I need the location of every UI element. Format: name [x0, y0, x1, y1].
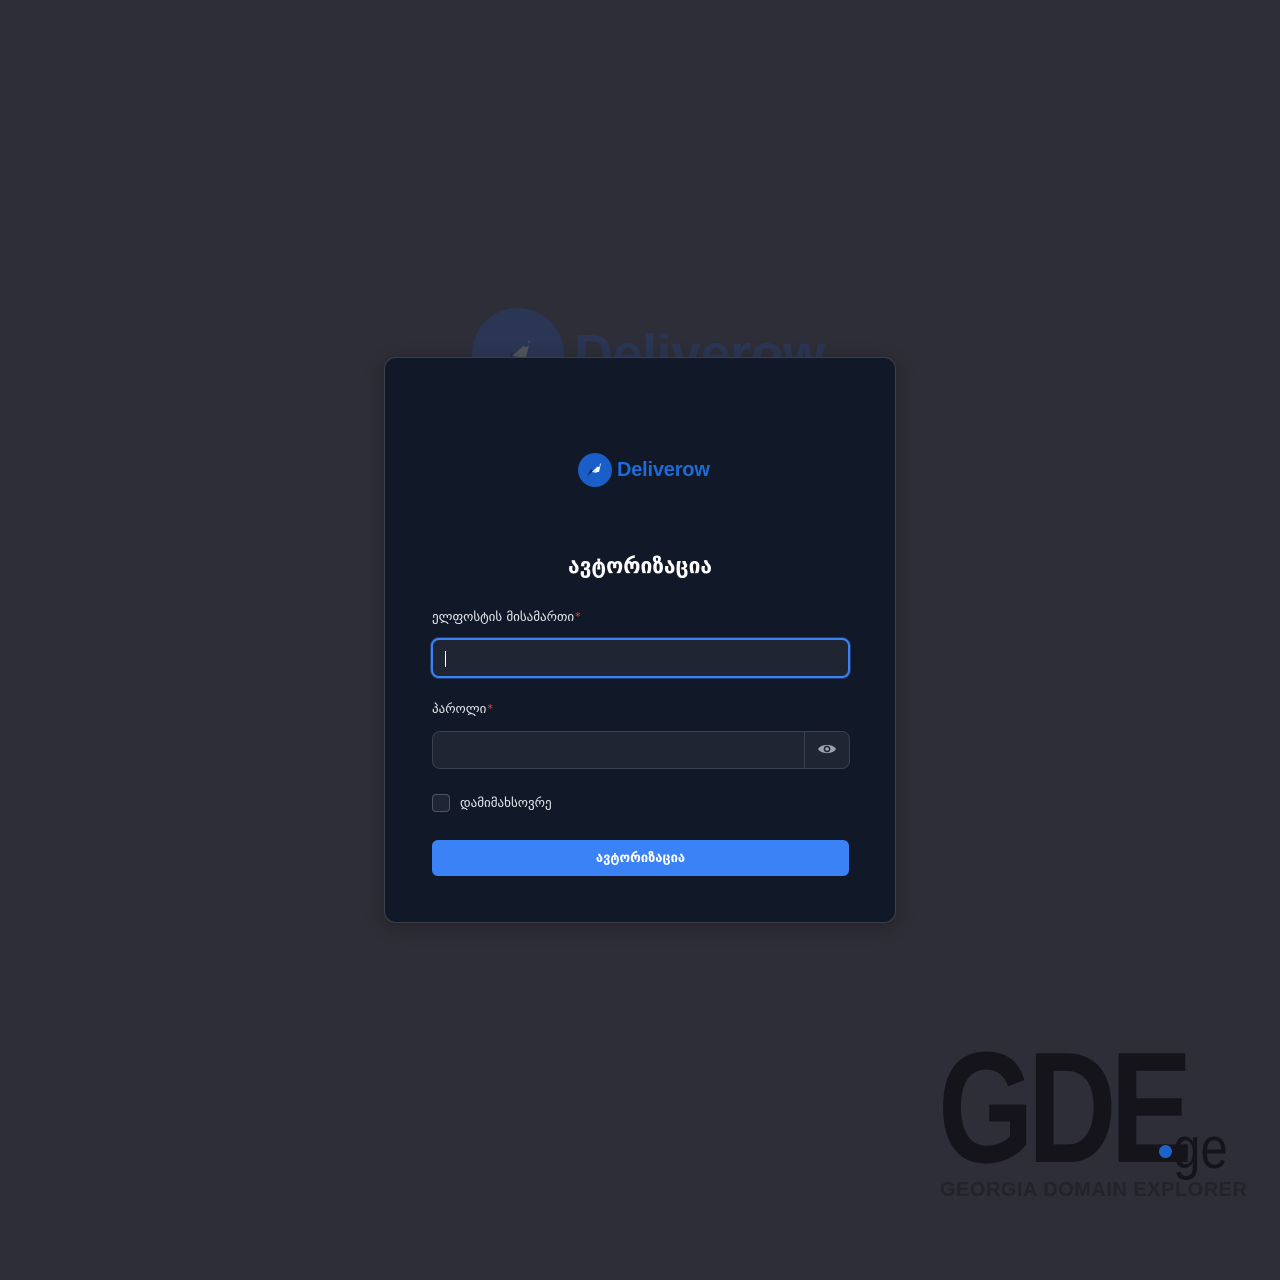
- gde-tagline: GEORGIA DOMAIN EXPLORER: [940, 1179, 1248, 1201]
- password-input-group: [432, 731, 850, 769]
- password-field[interactable]: [433, 732, 804, 768]
- brand-logo: Deliverow: [578, 453, 710, 487]
- remember-checkbox[interactable]: [432, 794, 450, 812]
- required-mark: *: [487, 702, 493, 715]
- login-page: Deliverow Deliverow ავტორიზაცია ელფოსტის…: [0, 0, 1280, 1280]
- password-label-text: პაროლი: [432, 702, 487, 717]
- page-title: ავტორიზაცია: [567, 554, 713, 578]
- email-label-text: ელფოსტის მისამართი: [432, 610, 575, 625]
- gde-logo-dot: [1159, 1145, 1172, 1158]
- login-button[interactable]: ავტორიზაცია: [432, 840, 849, 876]
- remember-me: დამიმახსოვრე: [432, 794, 552, 812]
- email-label: ელფოსტის მისამართი*: [432, 610, 581, 625]
- password-label: პაროლი*: [432, 702, 493, 717]
- text-caret: [445, 651, 446, 667]
- login-card: Deliverow ავტორიზაცია ელფოსტის მისამართი…: [384, 357, 896, 923]
- brand-name: Deliverow: [617, 458, 710, 481]
- rocket-icon: [578, 453, 612, 487]
- eye-icon: [817, 741, 837, 760]
- gde-watermark: GDE ge GEORGIA DOMAIN EXPLORER: [938, 1020, 1247, 1203]
- remember-label[interactable]: დამიმახსოვრე: [460, 796, 552, 811]
- show-password-button[interactable]: [804, 732, 849, 768]
- email-field[interactable]: [431, 638, 850, 678]
- required-mark: *: [575, 610, 581, 623]
- gde-logo-text: GDE: [938, 1020, 1193, 1196]
- gde-logo-suffix: ge: [1173, 1116, 1228, 1181]
